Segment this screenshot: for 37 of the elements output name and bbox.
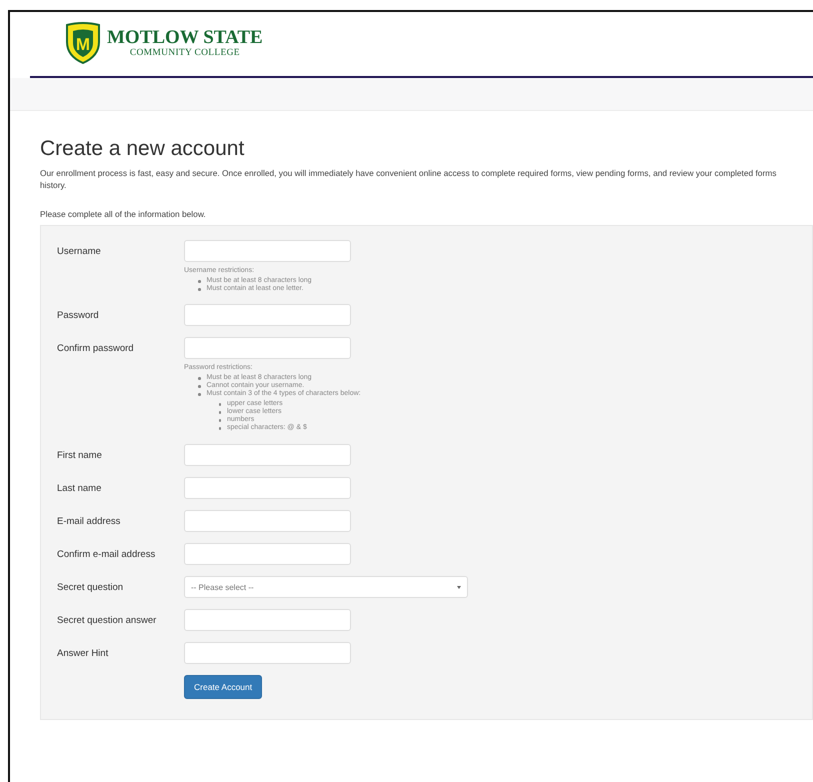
input-field[interactable] — [184, 240, 351, 262]
intro-text: Our enrollment process is fast, easy and secure. Once enrolled, you will immediately have convenient online access to complete required forms, view pending forms, and review your completed forms history. — [40, 167, 778, 191]
bullet-icon — [218, 411, 221, 414]
field-label: E-mail address — [57, 515, 122, 529]
field-label: Confirm password — [57, 342, 135, 356]
input-field[interactable] — [184, 510, 351, 532]
page-title: Create a new account — [40, 137, 246, 161]
select-field[interactable]: -- Please select -- — [184, 576, 468, 598]
input-field[interactable] — [184, 642, 351, 664]
field-label: Secret question answer — [57, 614, 158, 628]
bullet-icon — [198, 288, 200, 290]
instruction-text: Please complete all of the information below. — [40, 209, 207, 219]
input-field[interactable] — [184, 543, 351, 565]
field-label: Answer Hint — [57, 647, 110, 661]
bullet-icon — [198, 385, 200, 388]
input-field[interactable] — [184, 337, 351, 359]
college-name: MOTLOW STATE — [107, 28, 263, 48]
field-label: First name — [57, 449, 103, 463]
create-account-button[interactable]: Create Account — [184, 675, 262, 699]
input-field[interactable] — [184, 477, 351, 499]
field-label: Username — [57, 245, 102, 259]
bullet-icon — [198, 280, 200, 282]
college-subtitle: COMMUNITY COLLEGE — [130, 48, 240, 58]
field-label: Confirm e-mail address — [57, 548, 156, 562]
input-field[interactable] — [184, 444, 351, 466]
caret-icon — [457, 586, 461, 588]
bullet-icon — [218, 427, 221, 430]
input-field[interactable] — [184, 609, 351, 631]
field-label: Password — [57, 309, 100, 323]
bullet-icon — [198, 393, 200, 396]
input-field[interactable] — [184, 304, 351, 326]
bullet-icon — [198, 377, 200, 380]
shield-logo: M — [65, 22, 101, 64]
bullet-icon — [218, 419, 221, 422]
bullet-icon — [218, 403, 221, 406]
field-label: Secret question — [57, 581, 124, 595]
field-label: Last name — [57, 482, 102, 496]
